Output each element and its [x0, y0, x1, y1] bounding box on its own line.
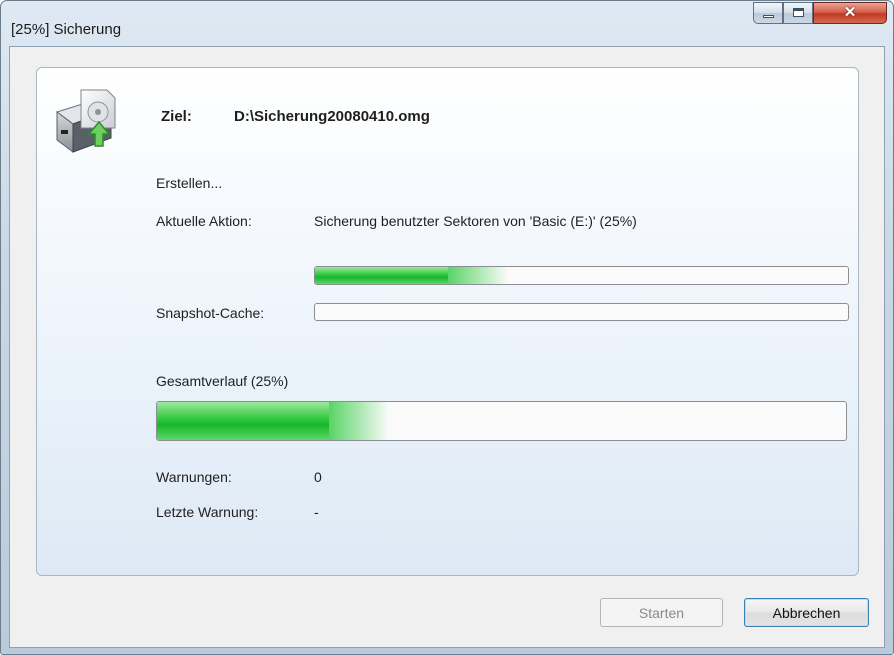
- backup-window: [25%] Sicherung ✕ Ziel: D:\Sicherung2008…: [0, 0, 894, 655]
- phase-text: Erstellen...: [156, 175, 223, 191]
- close-button[interactable]: ✕: [813, 2, 887, 24]
- current-action-progress-bar: [314, 266, 849, 285]
- snapshot-cache-label: Snapshot-Cache:: [156, 305, 265, 321]
- progress-panel: Ziel: D:\Sicherung20080410.omg Erstellen…: [36, 67, 859, 576]
- minimize-button[interactable]: [753, 2, 783, 24]
- close-icon: ✕: [843, 4, 857, 21]
- start-button[interactable]: Starten: [600, 598, 723, 627]
- minimize-icon: [763, 15, 774, 18]
- snapshot-cache-progress-bar: [314, 303, 849, 321]
- target-path: D:\Sicherung20080410.omg: [234, 108, 430, 125]
- maximize-icon: [793, 8, 804, 17]
- maximize-button[interactable]: [783, 2, 813, 24]
- warnings-label: Warnungen:: [156, 469, 232, 485]
- last-warning-label: Letzte Warnung:: [156, 504, 259, 520]
- cancel-button[interactable]: Abbrechen: [744, 598, 869, 627]
- current-action-label: Aktuelle Aktion:: [156, 213, 252, 229]
- backup-disk-icon: [51, 82, 127, 158]
- current-action-value: Sicherung benutzter Sektoren von 'Basic …: [314, 213, 637, 229]
- overall-progress-bar: [156, 401, 847, 441]
- overall-progress-fill: [157, 402, 390, 440]
- target-label: Ziel:: [161, 108, 192, 125]
- warnings-count: 0: [314, 469, 322, 485]
- dialog-client-area: Ziel: D:\Sicherung20080410.omg Erstellen…: [9, 46, 885, 648]
- last-warning-value: -: [314, 504, 319, 520]
- overall-progress-label: Gesamtverlauf (25%): [156, 373, 289, 389]
- window-title: [25%] Sicherung: [11, 21, 122, 38]
- current-action-progress-fill: [315, 267, 509, 284]
